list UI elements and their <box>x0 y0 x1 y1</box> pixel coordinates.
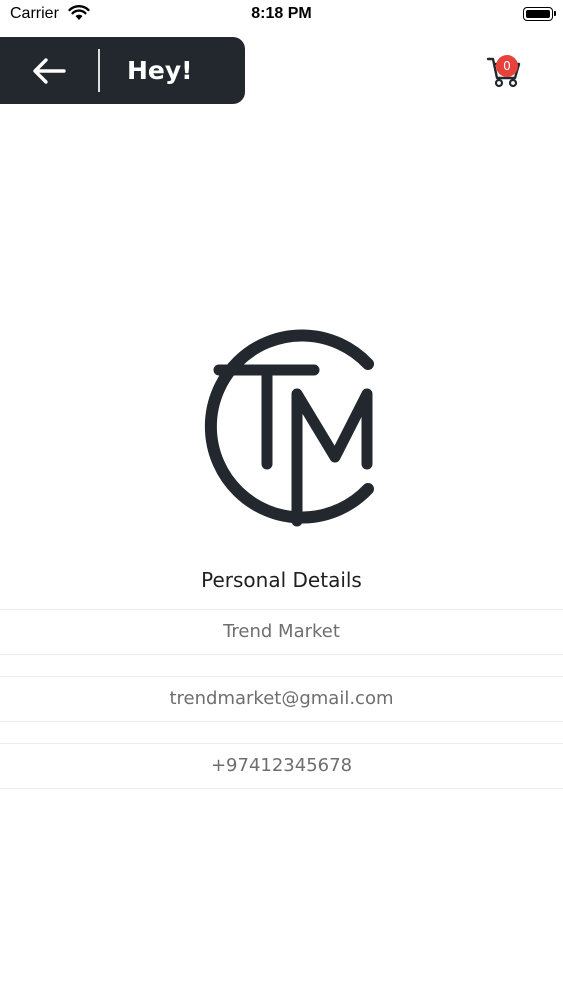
battery-icon <box>523 7 556 21</box>
status-bar: Carrier 8:18 PM <box>0 0 563 30</box>
back-button[interactable] <box>28 53 70 89</box>
email-field: trendmarket@gmail.com <box>0 676 563 722</box>
cart-count-badge: 0 <box>496 55 518 77</box>
phone-field: +97412345678 <box>0 743 563 789</box>
header-title: Hey! <box>127 56 193 85</box>
brand-logo <box>186 324 378 531</box>
name-field: Trend Market <box>0 609 563 655</box>
header-divider <box>98 49 100 92</box>
arrow-left-icon <box>33 58 66 84</box>
personal-details-title: Personal Details <box>201 568 362 592</box>
header-bar: Hey! <box>0 37 245 104</box>
status-time: 8:18 PM <box>251 5 312 22</box>
